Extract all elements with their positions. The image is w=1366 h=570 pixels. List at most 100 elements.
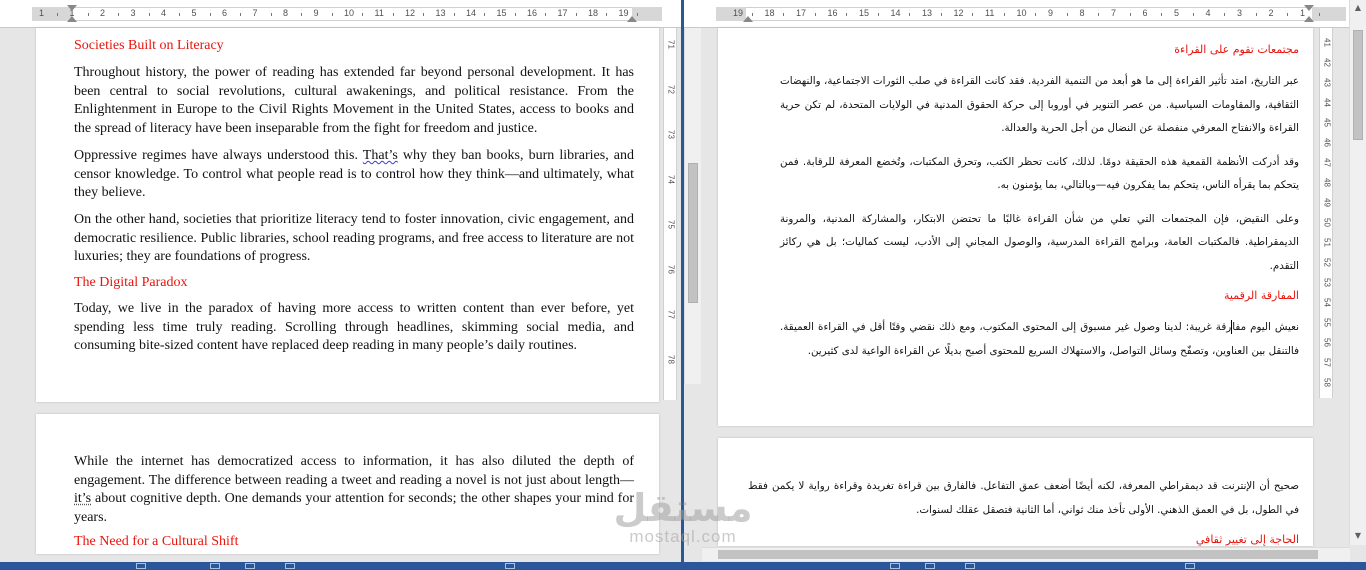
- page-icon[interactable]: [136, 563, 146, 569]
- ruler-tick-label: 76: [666, 265, 676, 274]
- ruler-tick-label: 53: [1322, 278, 1332, 287]
- layout-icon[interactable]: [925, 563, 935, 569]
- zoom-icon[interactable]: [505, 563, 515, 569]
- heading-the-need-for-a-cultural-shift: The Need for a Cultural Shift: [74, 533, 239, 549]
- page[interactable]: مجتمعات تقوم على القراءة عبر التاريخ، ام…: [718, 28, 1313, 426]
- heading-arabic-digital-paradox: المفارقة الرقمية: [1224, 289, 1299, 302]
- ruler-tick-label: 13: [922, 8, 933, 18]
- ruler-tick-mark: [940, 13, 942, 16]
- ruler-tick-label: 1: [39, 8, 45, 18]
- ruler-tick-mark: [209, 13, 211, 16]
- ruler-tick-mark: [1098, 13, 1100, 16]
- right-indent-marker[interactable]: [627, 16, 637, 22]
- scrollbar-thumb[interactable]: [1353, 30, 1363, 140]
- ruler-tick-label: 71: [666, 40, 676, 49]
- ruler-tick-mark: [1161, 13, 1163, 16]
- scrollbar-thumb[interactable]: [718, 550, 1318, 559]
- paragraph: وقد أدركت الأنظمة القمعية هذه الحقيقة دو…: [780, 155, 1299, 192]
- paragraph: On the other hand, societies that priori…: [74, 211, 634, 265]
- ruler-tick-label: 51: [1322, 238, 1332, 247]
- ruler-tick-label: 6: [222, 8, 228, 18]
- vertical-scrollbar[interactable]: ▲ ▼: [1349, 0, 1366, 545]
- ruler-tick-label: 11: [374, 8, 384, 18]
- paragraph: صحيح أن الإنترنت قد ديمقراطي المعرفة، لك…: [748, 480, 1299, 516]
- left-indent-marker[interactable]: [743, 16, 753, 22]
- ruler-tick-label: 57: [1322, 358, 1332, 367]
- page[interactable]: While the internet has democratized acce…: [36, 414, 659, 554]
- ruler-tick-label: 43: [1322, 78, 1332, 87]
- ruler-tick-mark: [1318, 13, 1320, 16]
- scroll-up-arrow-icon[interactable]: ▲: [1350, 0, 1366, 16]
- ruler-tick-mark: [179, 13, 181, 16]
- grammar-flag[interactable]: it’s: [74, 491, 91, 506]
- ruler-tick-label: 41: [1322, 38, 1332, 47]
- ruler-tick-label: 2: [1268, 8, 1274, 18]
- ruler-tick-mark: [545, 13, 547, 16]
- grammar-flag[interactable]: That’s: [363, 148, 398, 163]
- mostaql-watermark: مستقل mostaql.com: [598, 488, 768, 546]
- zoom-icon[interactable]: [1185, 563, 1195, 569]
- page[interactable]: Societies Built on Literacy Throughout h…: [36, 28, 659, 402]
- ruler-tick-mark: [514, 13, 516, 16]
- ruler-tick-label: 47: [1322, 158, 1332, 167]
- ruler-tick-mark: [1255, 13, 1257, 16]
- ruler-tick-mark: [270, 13, 272, 16]
- ruler-tick-mark: [240, 13, 242, 16]
- ruler-tick-mark: [392, 13, 394, 16]
- ruler-tick-mark: [783, 13, 785, 16]
- hanging-indent-marker[interactable]: [1304, 16, 1314, 22]
- ruler-tick-label: 14: [890, 8, 901, 18]
- vertical-ruler[interactable]: 41 42 43 44 45 46 47 48 49 50 51 52 53 54 55 56 57 58: [1319, 28, 1333, 398]
- layout-icon[interactable]: [210, 563, 220, 569]
- scroll-down-arrow-icon[interactable]: ▼: [1350, 528, 1366, 544]
- ruler-tick-label: 16: [827, 8, 838, 18]
- scrollbar-thumb[interactable]: [688, 163, 698, 303]
- english-document-pane[interactable]: 1 1 2 3 4 5 6 7 8 9 10 11 12 13 14 15 16 17 18 19 Societies…: [0, 0, 683, 562]
- ruler-tick-label: 8: [1079, 8, 1085, 18]
- ruler-tick-label: 46: [1322, 138, 1332, 147]
- ruler-tick-label: 73: [666, 130, 676, 139]
- hanging-indent-marker[interactable]: [67, 16, 77, 22]
- first-line-indent-marker[interactable]: [1304, 5, 1314, 11]
- ruler-tick-mark: [423, 13, 425, 16]
- ruler-tick-label: 3: [1237, 8, 1243, 18]
- ruler-tick-label: 9: [1048, 8, 1054, 18]
- first-line-indent-marker[interactable]: [67, 5, 77, 11]
- ruler-tick-label: 4: [161, 8, 167, 18]
- ruler-tick-label: 4: [1205, 8, 1211, 18]
- status-bar: [0, 562, 1366, 570]
- arabic-document-pane[interactable]: 19 18 17 16 15 14 13 12 11 10 9 8 7 6 5 4 3 2 1 مجتمعات تق…: [684, 0, 1366, 562]
- ruler-tick-label: 54: [1322, 298, 1332, 307]
- middle-scrollbar[interactable]: [684, 28, 701, 384]
- ruler-tick-label: 19: [733, 8, 744, 18]
- horizontal-scrollbar[interactable]: [702, 547, 1350, 561]
- watermark-logo: مستقل: [613, 486, 753, 530]
- ruler-tick-label: 5: [191, 8, 197, 18]
- layout-icon[interactable]: [245, 563, 255, 569]
- paragraph: Today, we live in the paradox of having …: [74, 301, 634, 354]
- layout-icon[interactable]: [285, 563, 295, 569]
- ruler-tick-mark: [87, 13, 89, 16]
- ruler-tick-label: 77: [666, 310, 676, 319]
- ruler-tick-label: 10: [1016, 8, 1027, 18]
- vertical-ruler[interactable]: 71 72 73 74 75 76 77 78: [663, 28, 677, 400]
- ruler-tick-mark: [1192, 13, 1194, 16]
- ruler-tick-label: 12: [953, 8, 964, 18]
- ruler-tick-label: 44: [1322, 98, 1332, 107]
- ruler-tick-label: 6: [1142, 8, 1148, 18]
- ruler-tick-mark: [484, 13, 486, 16]
- ruler-tick-label: 13: [435, 8, 446, 18]
- horizontal-ruler[interactable]: 19 18 17 16 15 14 13 12 11 10 9 8 7 6 5 4 3 2 1: [684, 0, 1366, 28]
- ruler-tick-label: 56: [1322, 338, 1332, 347]
- ruler-tick-label: 9: [313, 8, 319, 18]
- ruler-tick-mark: [877, 13, 879, 16]
- page[interactable]: صحيح أن الإنترنت قد ديمقراطي المعرفة، لك…: [718, 438, 1313, 546]
- ruler-tick-label: 3: [130, 8, 136, 18]
- horizontal-ruler[interactable]: 1 1 2 3 4 5 6 7 8 9 10 11 12 13 14 15 16 17 18 19: [0, 0, 683, 28]
- ruler-tick-label: 50: [1322, 218, 1332, 227]
- paragraph: While the internet has democratized acce…: [74, 454, 634, 526]
- ruler-tick-label: 58: [1322, 378, 1332, 387]
- ruler-tick-label: 48: [1322, 178, 1332, 187]
- layout-icon[interactable]: [965, 563, 975, 569]
- layout-icon[interactable]: [890, 563, 900, 569]
